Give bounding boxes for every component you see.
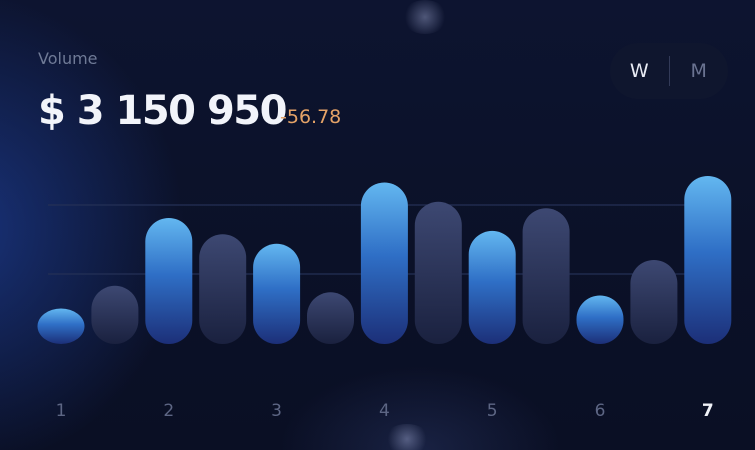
- chart-bar[interactable]: [414, 201, 462, 344]
- chart-bar[interactable]: [468, 230, 516, 344]
- x-tick-label: 7: [702, 401, 714, 421]
- chart-bar[interactable]: [37, 308, 85, 345]
- chart-bar[interactable]: [360, 182, 408, 345]
- chart-bar[interactable]: [307, 292, 354, 344]
- chart-bar[interactable]: [630, 260, 678, 344]
- x-tick-label: 1: [56, 401, 67, 421]
- volume-bar-chart: 1 2 3 4 5 6 7: [37, 176, 732, 421]
- x-tick-label: 5: [487, 401, 498, 421]
- chart-bar[interactable]: [91, 285, 139, 344]
- chart-bar[interactable]: [253, 243, 301, 344]
- chart-bar[interactable]: [576, 295, 624, 345]
- volume-card: Volume $ 3 150 950 -56.78 W M 1234567: [0, 0, 755, 450]
- x-tick-label: 2: [163, 401, 174, 421]
- chart-bar[interactable]: [684, 176, 732, 344]
- x-tick-label: 4: [379, 401, 390, 421]
- chart-bar[interactable]: [522, 208, 570, 344]
- x-tick-label: 3: [271, 401, 282, 421]
- x-tick-label: 6: [595, 401, 606, 421]
- chart-bar[interactable]: [145, 218, 193, 344]
- chart-bar[interactable]: [199, 234, 247, 344]
